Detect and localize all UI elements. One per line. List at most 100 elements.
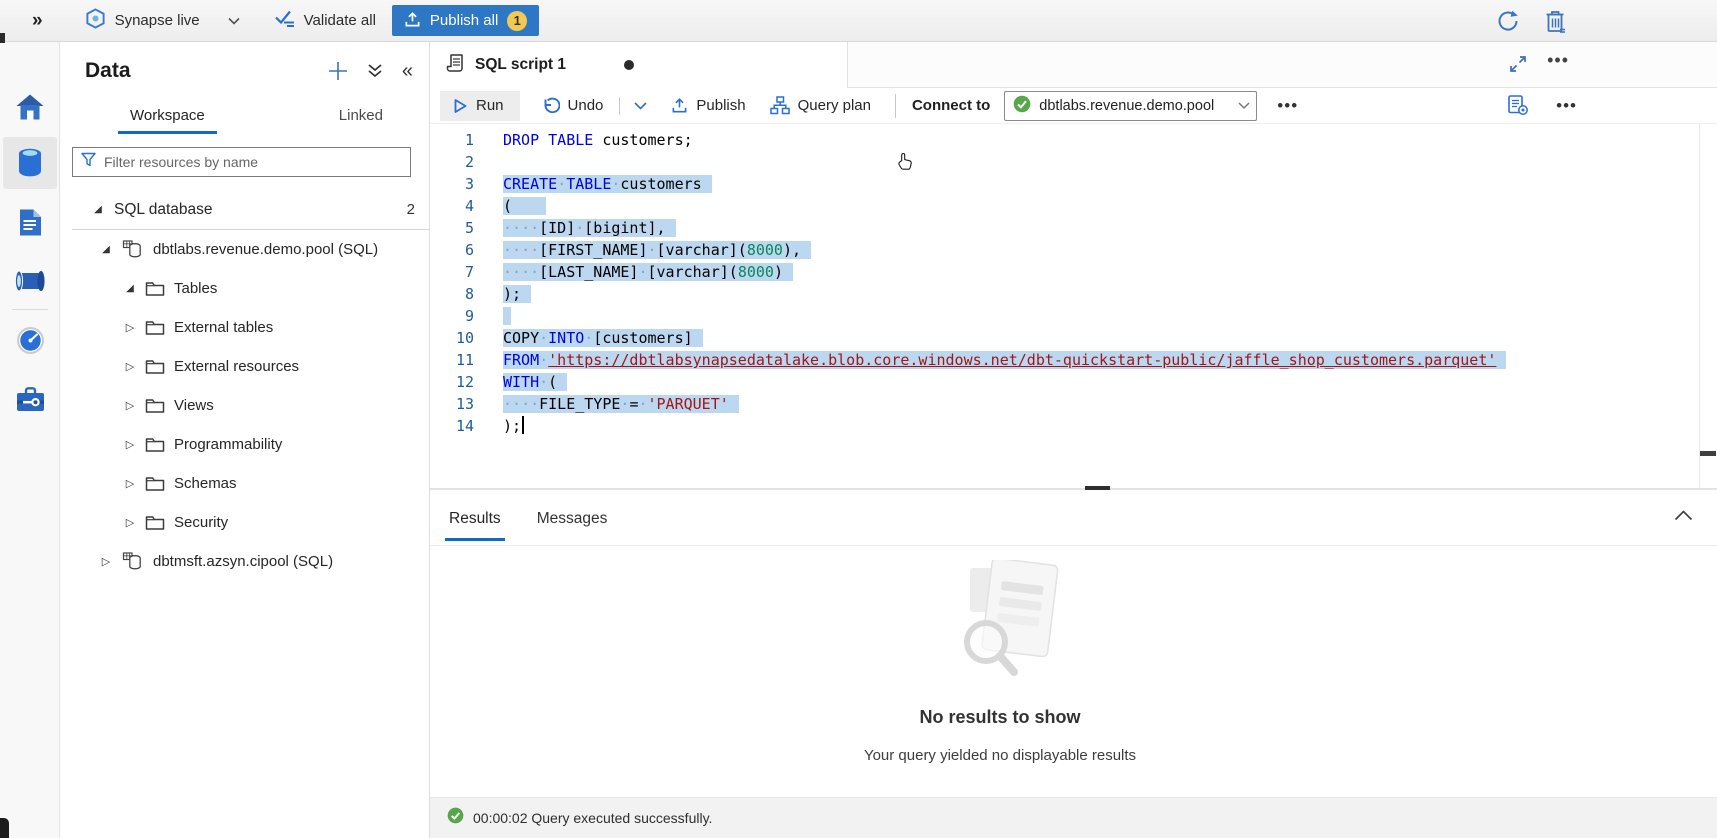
- synapse-studio-app: » Synapse live Validate all Publish all …: [0, 0, 1717, 838]
- undo-button[interactable]: Undo: [532, 91, 614, 121]
- actions-double-chevron-icon[interactable]: [368, 63, 382, 79]
- tree-item[interactable]: ◢ Tables: [60, 269, 429, 308]
- tab-linked[interactable]: Linked: [327, 99, 395, 134]
- add-resource-icon[interactable]: [328, 61, 348, 81]
- expanded-node-icon[interactable]: ◢: [98, 244, 114, 255]
- properties-icon[interactable]: [1507, 94, 1528, 119]
- collapse-results-chevron-icon[interactable]: [1674, 508, 1693, 526]
- tree-item-label: dbtmsft.azsyn.cipool (SQL): [153, 553, 333, 570]
- run-options-chevron-icon[interactable]: [626, 91, 655, 121]
- tree-item[interactable]: ◢SQL database2: [60, 190, 429, 229]
- refresh-icon[interactable]: [1496, 9, 1520, 33]
- scrollbar-cursor-marker[interactable]: [1700, 451, 1716, 456]
- line-number: 10: [430, 327, 474, 349]
- query-status-bar: 00:00:02 Query executed successfully.: [430, 797, 1717, 838]
- nav-develop-icon[interactable]: [0, 208, 60, 237]
- tab-sql-script-1[interactable]: SQL script 1: [430, 42, 848, 88]
- folder-icon: [145, 281, 165, 297]
- validate-all-button[interactable]: Validate all: [274, 9, 376, 32]
- collapsed-node-icon[interactable]: ▷: [122, 399, 138, 412]
- validate-check-icon: [274, 9, 296, 32]
- scrollbar-track: [1699, 124, 1700, 489]
- synapse-live-selector[interactable]: Synapse live: [85, 8, 240, 34]
- nav-data-icon[interactable]: [0, 147, 60, 178]
- code-line[interactable]: 12WITH·(: [430, 371, 1717, 393]
- nav-integrate-icon[interactable]: [0, 269, 60, 293]
- code-line[interactable]: 13····FILE_TYPE·=·'PARQUET': [430, 393, 1717, 415]
- no-results-illustration: [914, 560, 1086, 688]
- code-line[interactable]: 3CREATE·TABLE·customers: [430, 173, 1717, 195]
- publish-button[interactable]: Publish: [661, 91, 755, 121]
- nav-manage-icon[interactable]: [0, 386, 60, 413]
- code-line[interactable]: 8);: [430, 283, 1717, 305]
- selected-text: ····[LAST_NAME]·[varchar](8000): [503, 263, 793, 281]
- selected-text: [503, 307, 511, 325]
- filter-resources-input[interactable]: [104, 154, 402, 170]
- nav-monitor-icon[interactable]: [0, 326, 60, 355]
- tab-results[interactable]: Results: [445, 494, 505, 541]
- tree-item[interactable]: ▷Schemas: [60, 464, 429, 503]
- filter-funnel-icon: [81, 152, 96, 172]
- code-line[interactable]: 14);: [430, 415, 1717, 437]
- tree-item[interactable]: ◢ dbtlabs.revenue.demo.pool (SQL): [60, 230, 429, 269]
- code-line[interactable]: 10COPY·INTO·[customers]: [430, 327, 1717, 349]
- tree-item-label: External tables: [174, 319, 273, 336]
- tab-messages[interactable]: Messages: [533, 494, 612, 541]
- top-command-bar: » Synapse live Validate all Publish all …: [0, 0, 1717, 42]
- code-line[interactable]: 9: [430, 305, 1717, 327]
- more-commands-icon[interactable]: •••: [1267, 96, 1308, 116]
- code-line[interactable]: 1DROP TABLE customers;: [430, 129, 1717, 151]
- tree-item[interactable]: ▷ dbtmsft.azsyn.cipool (SQL): [60, 542, 429, 581]
- mode-label: Synapse live: [115, 12, 200, 29]
- tree-item-label: Tables: [174, 280, 217, 297]
- collapsed-node-icon[interactable]: ▷: [98, 555, 114, 568]
- collapsed-node-icon[interactable]: ▷: [122, 438, 138, 451]
- toolbar-divider: [619, 97, 620, 115]
- editor-tabstrip: SQL script 1 •••: [430, 42, 1717, 88]
- collapsed-node-icon[interactable]: ▷: [122, 321, 138, 334]
- selected-text: WITH·(: [503, 373, 567, 391]
- tree-item-label: dbtlabs.revenue.demo.pool (SQL): [153, 241, 378, 258]
- empty-results-title: No results to show: [430, 707, 1570, 728]
- expand-editor-icon[interactable]: [1509, 55, 1527, 78]
- dropdown-chevron-icon: [1238, 102, 1250, 110]
- folder-icon: [145, 320, 165, 336]
- editor-region: SQL script 1 ••• Run Undo: [430, 42, 1717, 838]
- tree-item[interactable]: ▷Programmability: [60, 425, 429, 464]
- discard-trash-icon[interactable]: [1544, 9, 1567, 33]
- code-line[interactable]: 5····[ID]·[bigint],: [430, 217, 1717, 239]
- code-line[interactable]: 11FROM·'https://dbtlabsynapsedatalake.bl…: [430, 349, 1717, 371]
- data-panel-tabs: Workspace Linked: [60, 90, 429, 134]
- editor-more-actions-icon[interactable]: •••: [1556, 96, 1577, 116]
- sql-code-editor[interactable]: 1DROP TABLE customers;23CREATE·TABLE·cus…: [430, 124, 1717, 489]
- run-button[interactable]: Run: [440, 91, 520, 121]
- collapsed-node-icon[interactable]: ▷: [122, 516, 138, 529]
- tree-item-label: Security: [174, 514, 228, 531]
- nav-home-icon[interactable]: [0, 93, 60, 121]
- folder-icon: [145, 437, 165, 453]
- tree-item[interactable]: ▷Views: [60, 386, 429, 425]
- code-line[interactable]: 6····[FIRST_NAME]·[varchar](8000),: [430, 239, 1717, 261]
- tree-item[interactable]: ▷ Security: [60, 503, 429, 542]
- chevron-down-icon[interactable]: [228, 12, 240, 30]
- tree-item-label: External resources: [174, 358, 299, 375]
- tree-item[interactable]: ▷ External resources: [60, 347, 429, 386]
- code-line[interactable]: 2: [430, 151, 1717, 173]
- tab-more-actions-icon[interactable]: •••: [1547, 50, 1569, 71]
- tree-item[interactable]: ▷ External tables: [60, 308, 429, 347]
- connect-to-pool-dropdown[interactable]: dbtlabs.revenue.demo.pool: [1004, 91, 1257, 121]
- publish-all-button[interactable]: Publish all 1: [392, 5, 539, 36]
- line-number: 1: [430, 129, 474, 151]
- expanded-node-icon[interactable]: ◢: [90, 204, 106, 215]
- line-number: 9: [430, 305, 474, 327]
- collapsed-node-icon[interactable]: ▷: [122, 477, 138, 490]
- expand-menu-icon[interactable]: »: [32, 10, 41, 32]
- expanded-node-icon[interactable]: ◢: [122, 283, 138, 294]
- code-line[interactable]: 7····[LAST_NAME]·[varchar](8000): [430, 261, 1717, 283]
- selected-text: ····[ID]·[bigint],: [503, 219, 676, 237]
- collapse-panel-icon[interactable]: «: [402, 60, 413, 83]
- tab-workspace[interactable]: Workspace: [118, 99, 217, 134]
- query-plan-button[interactable]: Query plan: [760, 91, 881, 121]
- code-line[interactable]: 4(: [430, 195, 1717, 217]
- collapsed-node-icon[interactable]: ▷: [122, 360, 138, 373]
